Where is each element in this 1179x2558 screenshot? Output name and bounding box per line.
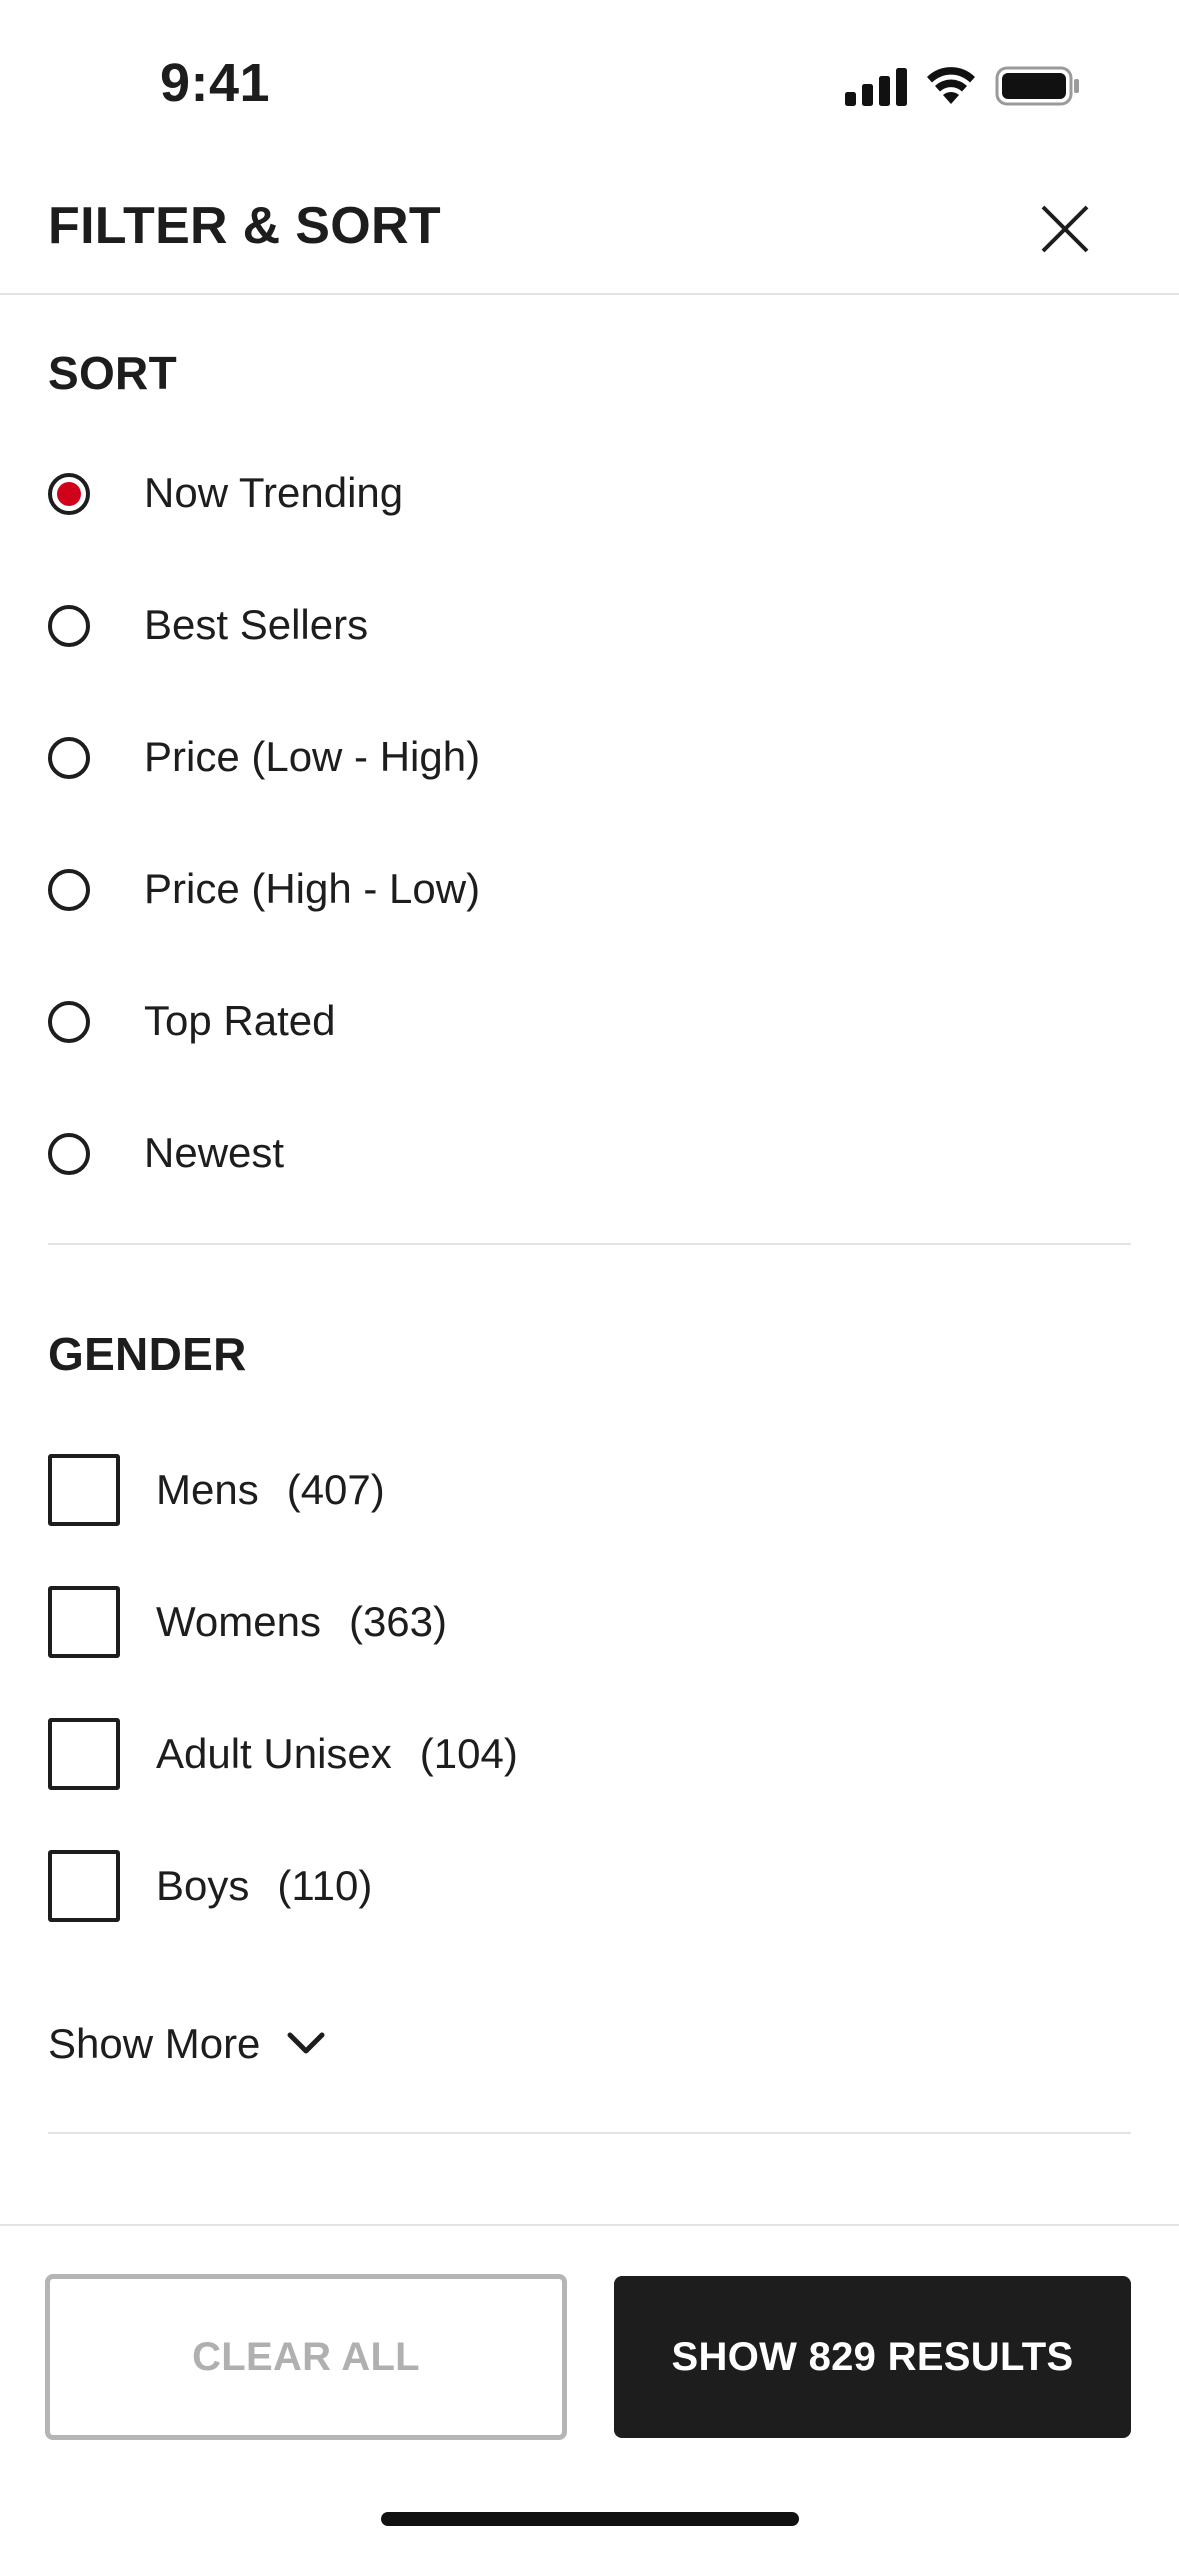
section-divider	[48, 2132, 1131, 2134]
battery-icon	[995, 66, 1079, 106]
chevron-down-icon	[287, 2032, 325, 2054]
cellular-signal-icon	[845, 68, 907, 106]
gender-option-name: Boys	[156, 1862, 250, 1909]
sort-option-label: Best Sellers	[144, 601, 369, 648]
sort-option-label: Top Rated	[144, 997, 336, 1044]
sort-section-title: SORT	[48, 347, 177, 399]
gender-option-count: (407)	[286, 1466, 385, 1513]
sort-option-newest[interactable]: Newest	[48, 1107, 1131, 1207]
sort-option-best-sellers[interactable]: Best Sellers	[48, 579, 1131, 679]
checkbox-unchecked-icon	[48, 1586, 120, 1658]
sort-option-now-trending[interactable]: Now Trending	[48, 447, 1131, 547]
show-more-label: Show More	[48, 2020, 261, 2067]
gender-option-count: (110)	[277, 1862, 373, 1909]
gender-option-count: (363)	[348, 1598, 448, 1645]
gender-option-count: (104)	[419, 1730, 518, 1777]
gender-option-label: Mens (407)	[156, 1466, 385, 1514]
section-divider	[48, 1243, 1131, 1245]
checkbox-unchecked-icon	[48, 1850, 120, 1922]
checkbox-unchecked-icon	[48, 1718, 120, 1790]
radio-unchecked-icon	[48, 869, 90, 911]
clear-all-button[interactable]: CLEAR ALL	[45, 2274, 567, 2440]
radio-checked-icon	[48, 473, 90, 515]
gender-option-womens[interactable]: Womens (363)	[48, 1574, 1131, 1674]
sort-option-label: Newest	[144, 1129, 285, 1176]
sort-option-label: Price (Low - High)	[144, 733, 481, 780]
sort-option-price-low-high[interactable]: Price (Low - High)	[48, 711, 1131, 811]
gender-option-name: Womens	[156, 1598, 321, 1645]
status-time: 9:41	[160, 53, 271, 113]
footer-action-bar: CLEAR ALL SHOW 829 RESULTS	[0, 2224, 1179, 2558]
wifi-icon	[927, 67, 975, 104]
close-icon	[1041, 205, 1089, 253]
gender-option-boys[interactable]: Boys (110)	[48, 1838, 1131, 1938]
close-button[interactable]	[1030, 194, 1100, 264]
modal-header: FILTER & SORT	[0, 170, 1179, 295]
show-more-button[interactable]: Show More	[48, 2020, 326, 2080]
gender-option-name: Mens	[156, 1466, 259, 1513]
gender-option-name: Adult Unisex	[156, 1730, 392, 1777]
radio-unchecked-icon	[48, 605, 90, 647]
gender-section-title: GENDER	[48, 1328, 247, 1380]
status-bar: 9:41	[0, 0, 1179, 170]
gender-option-label: Adult Unisex (104)	[156, 1730, 518, 1778]
sort-option-label: Price (High - Low)	[144, 865, 481, 912]
page-title: FILTER & SORT	[48, 197, 441, 255]
show-results-button[interactable]: SHOW 829 RESULTS	[614, 2276, 1131, 2438]
checkbox-unchecked-icon	[48, 1454, 120, 1526]
radio-unchecked-icon	[48, 1001, 90, 1043]
sort-option-top-rated[interactable]: Top Rated	[48, 975, 1131, 1075]
home-indicator[interactable]	[381, 2512, 799, 2526]
radio-unchecked-icon	[48, 737, 90, 779]
gender-option-adult-unisex[interactable]: Adult Unisex (104)	[48, 1706, 1131, 1806]
gender-option-mens[interactable]: Mens (407)	[48, 1442, 1131, 1542]
radio-unchecked-icon	[48, 1133, 90, 1175]
gender-option-label: Womens (363)	[156, 1598, 447, 1646]
sort-option-price-high-low[interactable]: Price (High - Low)	[48, 843, 1131, 943]
gender-option-label: Boys (110)	[156, 1862, 372, 1910]
sort-option-label: Now Trending	[144, 469, 404, 516]
